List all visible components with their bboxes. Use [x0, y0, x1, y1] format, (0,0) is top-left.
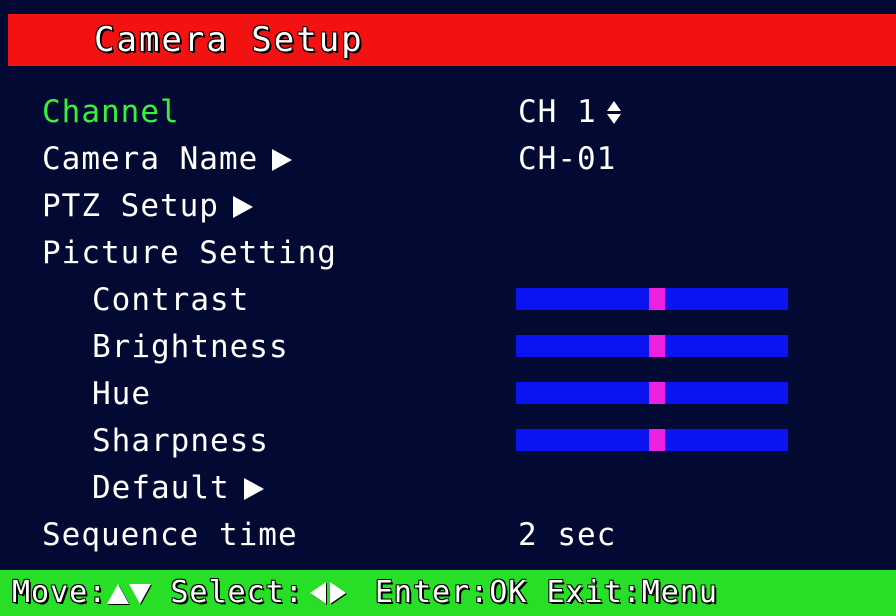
section-picture-setting: Picture Setting [0, 230, 896, 276]
menu-item-sequence-time[interactable]: Sequence time 2 sec [0, 512, 896, 558]
sequence-time-value[interactable]: 2 sec [518, 512, 616, 558]
menu-item-hue[interactable]: Hue [0, 371, 896, 417]
down-triangle-icon [129, 584, 152, 604]
menu-item-default[interactable]: Default [0, 465, 896, 511]
menu-item-contrast[interactable]: Contrast [0, 277, 896, 323]
help-select-label: Select: [170, 575, 304, 610]
sharpness-label: Sharpness [92, 423, 269, 459]
help-enter-label: Enter:OK [374, 575, 528, 610]
sharpness-slider-thumb[interactable] [649, 429, 666, 451]
contrast-slider-thumb[interactable] [649, 288, 666, 310]
brightness-label: Brightness [92, 329, 289, 365]
default-label: Default [92, 470, 230, 506]
camera-setup-screen: Camera Setup Channel CH 1 Camera Name CH… [0, 0, 896, 616]
default-label-wrap: Default [92, 465, 264, 511]
menu-item-channel[interactable]: Channel CH 1 [0, 89, 896, 135]
hue-slider[interactable] [516, 382, 788, 404]
title-bar: Camera Setup [8, 14, 896, 66]
submenu-arrow-icon [272, 149, 293, 171]
help-text: Move: Select: Enter:OK Exit:Menu [12, 570, 718, 616]
ptz-setup-label-wrap: PTZ Setup [42, 183, 253, 229]
channel-label: Channel [42, 94, 180, 130]
camera-name-label-wrap: Camera Name [42, 136, 293, 182]
channel-value-text: CH 1 [518, 94, 597, 130]
right-triangle-icon [329, 582, 346, 604]
menu-item-sharpness[interactable]: Sharpness [0, 418, 896, 464]
submenu-arrow-icon [243, 478, 264, 500]
left-triangle-icon [309, 582, 326, 604]
brightness-slider[interactable] [516, 335, 788, 357]
ptz-setup-label: PTZ Setup [42, 188, 219, 224]
sharpness-slider[interactable] [516, 429, 788, 451]
brightness-slider-thumb[interactable] [649, 335, 666, 357]
camera-name-value: CH-01 [518, 141, 617, 177]
menu-item-ptz-setup[interactable]: PTZ Setup [0, 183, 896, 229]
help-exit-label: Exit:Menu [546, 575, 718, 610]
picture-setting-label: Picture Setting [42, 235, 337, 271]
submenu-arrow-icon [232, 196, 253, 218]
hue-slider-thumb[interactable] [649, 382, 666, 404]
channel-value[interactable]: CH 1 [518, 89, 623, 135]
contrast-slider[interactable] [516, 288, 788, 310]
up-down-arrow-icon[interactable] [606, 101, 623, 125]
contrast-label: Contrast [92, 282, 250, 318]
camera-name-label: Camera Name [42, 141, 259, 177]
help-bar: Move: Select: Enter:OK Exit:Menu [0, 570, 896, 616]
up-triangle-icon [107, 584, 130, 604]
menu-item-camera-name[interactable]: Camera Name CH-01 [0, 136, 896, 182]
help-move-label: Move: [12, 575, 108, 610]
page-title: Camera Setup [94, 20, 364, 60]
menu-item-brightness[interactable]: Brightness [0, 324, 896, 370]
hue-label: Hue [92, 376, 151, 412]
sequence-time-label: Sequence time [42, 517, 298, 553]
